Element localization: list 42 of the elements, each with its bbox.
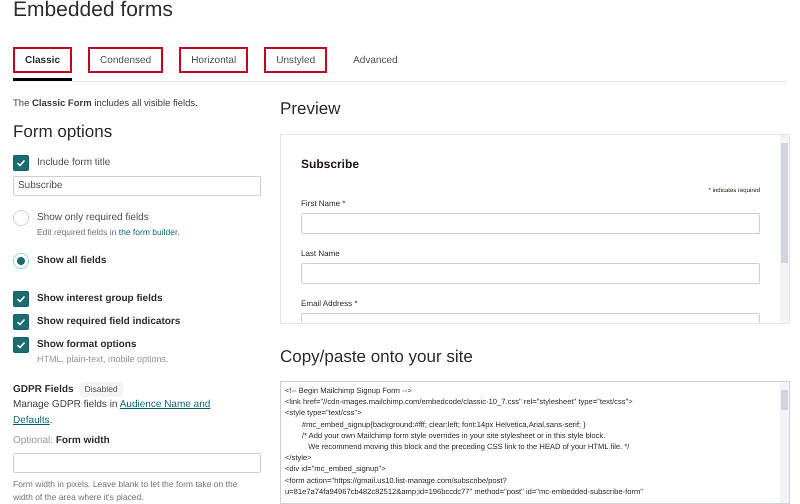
radio-label: Show only required fields [37,211,149,226]
description: The Classic Form includes all visible fields. [13,97,199,111]
width-field[interactable] [13,453,261,473]
title-field[interactable]: Subscribe [13,176,261,196]
field-label: First Name * [301,198,346,210]
tab[interactable]: Advanced [343,45,408,81]
checkbox[interactable] [13,336,29,352]
section-heading: Copy/paste onto your site [280,346,474,368]
page-title: Embedded forms [12,0,174,23]
scrollbar[interactable] [780,382,789,503]
form-builder-link[interactable]: the form builder [118,226,178,237]
hint-text: Edit required fields in the form builder. [37,226,181,238]
audience-link[interactable]: Defaults [13,415,50,426]
checkbox-label: Show required field indicators [37,315,180,329]
text-field[interactable] [301,262,760,284]
section-heading: Form options [13,121,114,144]
check-icon [16,158,26,168]
checkbox-label: Include form title [37,156,110,170]
scrollbar[interactable] [780,134,789,322]
check-icon [16,294,26,304]
radio-button[interactable] [13,252,29,268]
check-icon [16,316,26,326]
gdpr-label: GDPR Fields [13,383,74,397]
checkbox-label: Show format options [37,338,136,352]
audience-link[interactable]: Audience Name and [120,399,210,410]
field-label: Last Name [301,248,341,260]
checkbox[interactable] [13,314,29,330]
form-title: Subscribe [301,156,360,172]
hint-text: HTML, plain-text, mobile options. [37,352,170,366]
field-label: Optional: Form width [13,434,111,448]
checkbox[interactable] [13,154,29,171]
status-badge: Disabled [80,382,123,397]
checkbox-label: Show interest group fields [37,292,163,306]
radio-label: Show all fields [37,254,106,268]
radio-button[interactable] [13,210,29,226]
check-icon [16,340,26,350]
gdpr-text: Manage GDPR fields in Audience Name and Defaults. [13,398,212,428]
checkbox[interactable] [13,290,29,306]
field-label: Email Address * [301,298,358,310]
help-text: Form width in pixels. Leave blank to let the form take on the width of the area where it's placed. [13,478,238,504]
text-field[interactable] [301,212,760,234]
section-heading: Preview [280,98,342,120]
